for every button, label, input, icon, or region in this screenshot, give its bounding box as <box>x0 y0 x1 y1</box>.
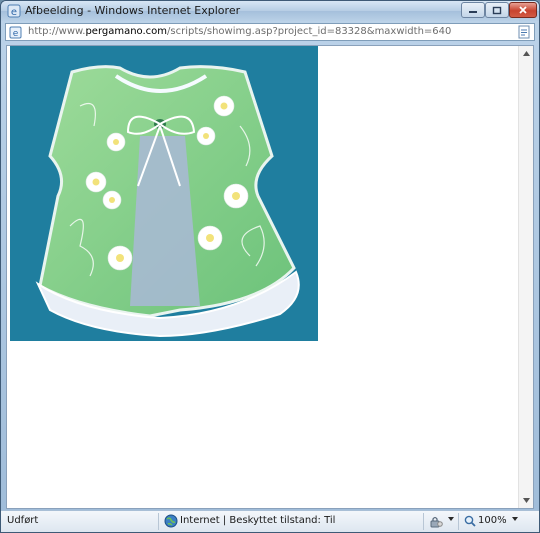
scroll-up-button[interactable] <box>519 46 533 61</box>
compatibility-view-icon[interactable] <box>517 25 531 39</box>
status-separator <box>423 513 424 530</box>
svg-text:e: e <box>13 29 19 39</box>
svg-text:e: e <box>11 7 17 18</box>
close-button[interactable] <box>509 2 537 18</box>
maximize-button[interactable] <box>485 2 509 18</box>
status-text: Udført <box>7 515 39 526</box>
scroll-down-button[interactable] <box>519 493 533 508</box>
page-viewport[interactable] <box>6 45 534 509</box>
security-zone-text[interactable]: Internet | Beskyttet tilstand: Til <box>180 515 335 526</box>
minimize-button[interactable] <box>461 2 485 18</box>
window-title: Afbeelding - Windows Internet Explorer <box>25 4 241 17</box>
url-prefix: http://www. <box>28 26 86 37</box>
status-separator <box>158 513 159 530</box>
address-url[interactable]: http://www.pergamano.com/scripts/showimg… <box>28 26 451 37</box>
maximize-icon <box>492 6 502 14</box>
lock-icon[interactable] <box>429 515 443 528</box>
url-path: /scripts/showimg.asp?project_id=83328&ma… <box>167 26 452 37</box>
browser-window: e Afbeelding - Windows Internet Explorer… <box>0 0 540 533</box>
status-separator <box>458 513 459 530</box>
url-domain: pergamano.com <box>85 26 168 37</box>
arrow-up-icon <box>522 51 530 56</box>
minimize-icon <box>469 11 477 13</box>
zoom-level[interactable]: 100% <box>478 515 507 526</box>
baby-dress-card-image <box>10 46 318 341</box>
close-icon <box>519 6 527 14</box>
chevron-down-icon[interactable] <box>512 517 518 521</box>
title-bar[interactable]: e Afbeelding - Windows Internet Explorer <box>1 1 539 21</box>
status-bar: Udført Internet | Beskyttet tilstand: Ti… <box>1 510 539 532</box>
parchment-dress-artwork <box>10 46 318 341</box>
globe-icon[interactable] <box>164 514 178 528</box>
magnifier-icon[interactable] <box>464 515 476 527</box>
vertical-scrollbar[interactable] <box>518 46 533 508</box>
arrow-down-icon <box>522 498 530 503</box>
ie-page-icon: e <box>7 4 21 18</box>
chevron-down-icon[interactable] <box>448 517 454 521</box>
page-icon: e <box>9 26 22 39</box>
address-bar[interactable]: e http://www.pergamano.com/scripts/showi… <box>5 23 535 41</box>
